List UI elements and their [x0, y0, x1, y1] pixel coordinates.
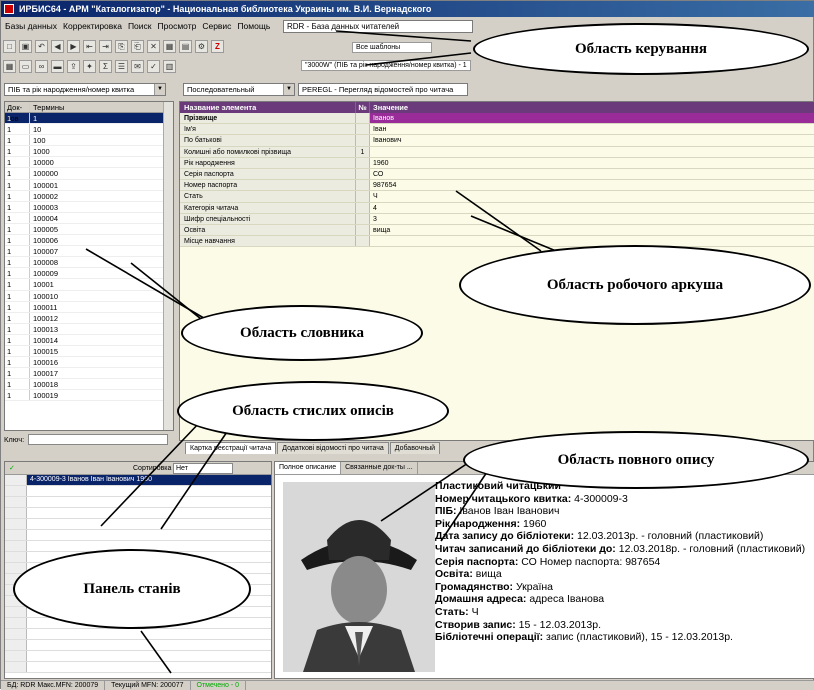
- callout-control-area: Область керування: [473, 23, 809, 75]
- callout-full-area: Область повного опису: [463, 431, 809, 489]
- callout-brief-area: Область стислих описів: [177, 381, 449, 441]
- callout-worksheet-area: Область робочого аркуша: [459, 245, 811, 325]
- callout-state-panel: Панель станів: [13, 549, 251, 629]
- callout-dictionary-area: Область словника: [181, 305, 423, 361]
- app-window: ИРБИС64 - АРМ "Каталогизатор" - Национал…: [0, 0, 814, 690]
